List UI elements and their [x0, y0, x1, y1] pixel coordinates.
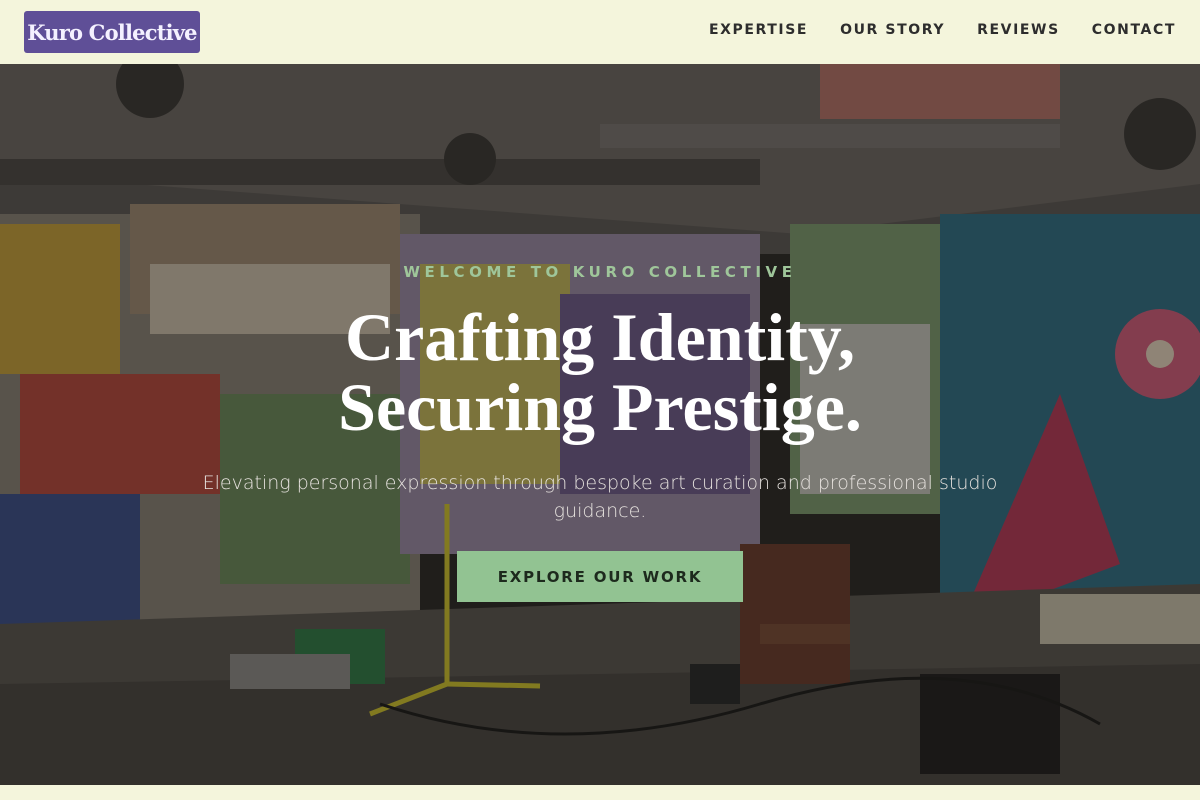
- section-divider-strip: [0, 785, 1200, 800]
- nav-item-contact[interactable]: CONTACT: [1092, 22, 1176, 38]
- explore-our-work-button[interactable]: EXPLORE OUR WORK: [457, 551, 743, 602]
- hero-subtitle: Elevating personal expression through be…: [202, 472, 998, 522]
- hero-title: Crafting Identity, Securing Prestige.: [0, 302, 1200, 442]
- hero-title-line-2: Securing Prestige.: [338, 369, 862, 445]
- site-header: Kuro Collective EXPERTISE OUR STORY REVI…: [0, 0, 1200, 64]
- nav-item-our-story[interactable]: OUR STORY: [840, 22, 945, 38]
- hero-section: WELCOME TO KURO COLLECTIVE Crafting Iden…: [0, 64, 1200, 785]
- nav-item-expertise[interactable]: EXPERTISE: [709, 22, 808, 38]
- nav-item-reviews[interactable]: REVIEWS: [977, 22, 1060, 38]
- main-nav: EXPERTISE OUR STORY REVIEWS CONTACT: [709, 22, 1176, 38]
- hero-eyebrow: WELCOME TO KURO COLLECTIVE: [403, 263, 797, 281]
- brand-logo[interactable]: Kuro Collective: [24, 11, 200, 53]
- hero-title-line-1: Crafting Identity,: [345, 299, 855, 375]
